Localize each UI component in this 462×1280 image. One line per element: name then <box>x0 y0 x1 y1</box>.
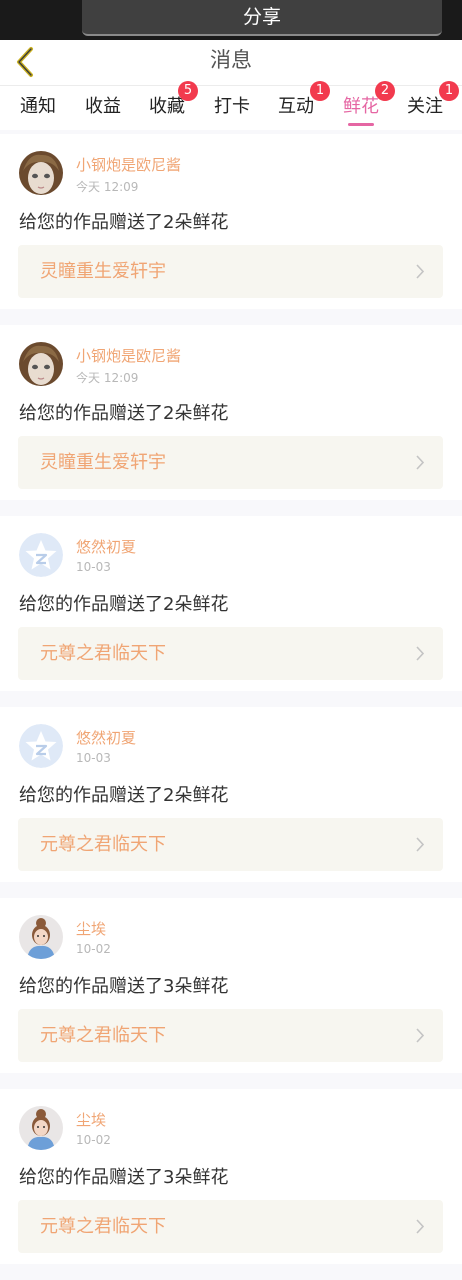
work-title: 元尊之君临天下 <box>40 834 166 855</box>
tab-label: 收益 <box>85 96 121 117</box>
message-card: 尘埃 10-02 给您的作品赠送了3朵鲜花 元尊之君临天下 <box>0 898 462 1073</box>
work-link[interactable]: 元尊之君临天下 <box>18 627 443 680</box>
message-time: 10-03 <box>76 751 111 765</box>
work-link[interactable]: 灵瞳重生爱轩宇 <box>18 245 443 298</box>
sender-name[interactable]: 悠然初夏 <box>76 536 136 557</box>
chevron-right-icon <box>416 646 425 661</box>
message-text: 给您的作品赠送了2朵鲜花 <box>19 785 229 806</box>
tab-notice[interactable]: 通知 <box>19 86 57 130</box>
tab-flowers[interactable]: 鲜花 2 <box>342 81 395 130</box>
tab-interaction[interactable]: 互动 1 <box>277 81 330 130</box>
share-button[interactable]: 分享 <box>82 0 442 36</box>
tab-label: 收藏 <box>149 96 185 117</box>
work-link[interactable]: 元尊之君临天下 <box>18 1009 443 1062</box>
tab-earnings[interactable]: 收益 <box>84 86 122 130</box>
message-text: 给您的作品赠送了2朵鲜花 <box>19 594 229 615</box>
message-card: 悠然初夏 10-03 给您的作品赠送了2朵鲜花 元尊之君临天下 <box>0 516 462 691</box>
work-title: 元尊之君临天下 <box>40 1025 166 1046</box>
doll-avatar[interactable] <box>19 151 63 195</box>
chevron-right-icon <box>416 264 425 279</box>
girl-avatar[interactable] <box>19 915 63 959</box>
girl-avatar[interactable] <box>19 1106 63 1150</box>
sender-name[interactable]: 尘埃 <box>76 918 106 939</box>
tab-label: 关注 <box>407 96 443 117</box>
message-text: 给您的作品赠送了2朵鲜花 <box>19 212 229 233</box>
page-title: 消息 <box>210 48 252 72</box>
message-time: 10-02 <box>76 1133 111 1147</box>
tab-label: 互动 <box>278 96 314 117</box>
share-bar: 分享 <box>0 0 462 40</box>
work-link[interactable]: 元尊之君临天下 <box>18 818 443 871</box>
message-text: 给您的作品赠送了3朵鲜花 <box>19 1167 229 1188</box>
sender-name[interactable]: 小钢炮是欧尼酱 <box>76 345 181 366</box>
active-tab-indicator <box>348 123 374 126</box>
message-text: 给您的作品赠送了3朵鲜花 <box>19 976 229 997</box>
message-card: 小钢炮是欧尼酱 今天 12:09 给您的作品赠送了2朵鲜花 灵瞳重生爱轩宇 <box>0 325 462 500</box>
work-title: 元尊之君临天下 <box>40 643 166 664</box>
default-star-avatar[interactable] <box>19 533 63 577</box>
sender-name[interactable]: 悠然初夏 <box>76 727 136 748</box>
tab-badge: 1 <box>310 81 330 101</box>
chevron-right-icon <box>416 455 425 470</box>
sender-name[interactable]: 尘埃 <box>76 1109 106 1130</box>
tab-badge: 1 <box>439 81 459 101</box>
work-link[interactable]: 元尊之君临天下 <box>18 1200 443 1253</box>
header: 消息 <box>0 40 462 86</box>
doll-avatar[interactable] <box>19 342 63 386</box>
tab-checkin[interactable]: 打卡 <box>213 86 251 130</box>
chevron-right-icon <box>416 837 425 852</box>
sender-name[interactable]: 小钢炮是欧尼酱 <box>76 154 181 175</box>
tab-badge: 5 <box>178 81 198 101</box>
message-card: 尘埃 10-02 给您的作品赠送了3朵鲜花 元尊之君临天下 <box>0 1089 462 1264</box>
tab-badge: 2 <box>375 81 395 101</box>
message-text: 给您的作品赠送了2朵鲜花 <box>19 403 229 424</box>
message-time: 10-03 <box>76 560 111 574</box>
message-card: 悠然初夏 10-03 给您的作品赠送了2朵鲜花 元尊之君临天下 <box>0 707 462 882</box>
tab-favorites[interactable]: 收藏 5 <box>148 81 198 130</box>
tab-label: 打卡 <box>214 96 250 117</box>
message-time: 今天 12:09 <box>76 371 139 385</box>
work-link[interactable]: 灵瞳重生爱轩宇 <box>18 436 443 489</box>
message-card: 小钢炮是欧尼酱 今天 12:09 给您的作品赠送了2朵鲜花 灵瞳重生爱轩宇 <box>0 134 462 309</box>
message-time: 今天 12:09 <box>76 180 139 194</box>
message-time: 10-02 <box>76 942 111 956</box>
message-list: 小钢炮是欧尼酱 今天 12:09 给您的作品赠送了2朵鲜花 灵瞳重生爱轩宇 小钢… <box>0 134 462 1280</box>
default-star-avatar[interactable] <box>19 724 63 768</box>
tab-bar: 通知 收益 收藏 5 打卡 互动 1 鲜花 2 关注 1 <box>0 81 462 130</box>
tab-label: 鲜花 <box>343 96 379 117</box>
tab-label: 通知 <box>20 96 56 117</box>
tab-follow[interactable]: 关注 1 <box>406 81 459 130</box>
work-title: 元尊之君临天下 <box>40 1216 166 1237</box>
work-title: 灵瞳重生爱轩宇 <box>40 261 166 282</box>
chevron-right-icon <box>416 1219 425 1234</box>
chevron-right-icon <box>416 1028 425 1043</box>
work-title: 灵瞳重生爱轩宇 <box>40 452 166 473</box>
